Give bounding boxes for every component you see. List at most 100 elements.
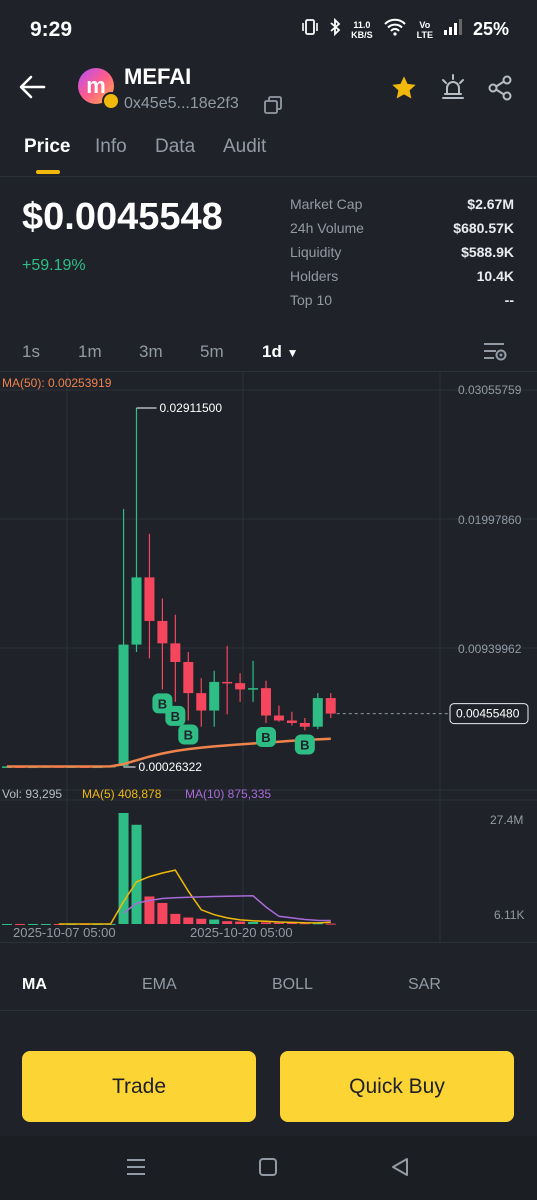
buy-marker-label: B xyxy=(184,727,193,742)
volume-bar xyxy=(261,922,271,924)
interval-1s[interactable]: 1s xyxy=(22,342,40,362)
recent-apps-icon[interactable] xyxy=(126,1158,146,1181)
buy-marker: B xyxy=(178,724,199,745)
interval-selector: 1s 1m 3m 5m 1d ▼ xyxy=(0,338,537,366)
wifi-icon xyxy=(383,18,407,41)
volume-bar xyxy=(209,919,220,924)
interval-3m[interactable]: 3m xyxy=(139,342,163,362)
volume-tick-bottom: 6.11K xyxy=(494,908,524,922)
token-address: 0x45e5...18e2f3 xyxy=(124,95,239,112)
candle-body xyxy=(273,715,284,721)
indicator-ma[interactable]: MA xyxy=(22,976,47,994)
candle-body xyxy=(144,577,155,621)
high-marker: 0.02911500 xyxy=(136,401,222,415)
status-bar: 9:29 11.0 KB/S Vo LTE 25% xyxy=(0,0,537,60)
tab-info[interactable]: Info xyxy=(95,136,127,158)
candle-body xyxy=(118,644,129,766)
volte-indicator: Vo LTE xyxy=(416,19,433,40)
network-speed: 11.0 KB/S xyxy=(351,19,373,40)
stat-top-10: Top 10 -- xyxy=(290,292,514,308)
status-icons: 11.0 KB/S Vo LTE 25% xyxy=(301,17,509,41)
signal-icon xyxy=(443,18,463,41)
low-label: 0.00026322 xyxy=(139,760,203,774)
candle-body xyxy=(196,693,207,711)
y-tick-top: 0.03055759 xyxy=(458,383,522,397)
tab-audit[interactable]: Audit xyxy=(223,136,266,158)
copy-icon[interactable] xyxy=(263,95,283,120)
system-nav-bar xyxy=(0,1136,537,1200)
candle-body xyxy=(170,643,181,663)
interval-5m[interactable]: 5m xyxy=(200,342,224,362)
indicator-boll[interactable]: BOLL xyxy=(272,976,313,994)
candle xyxy=(196,678,207,727)
chart-grid xyxy=(0,372,537,942)
ma5-volume-label: MA(5) 408,878 xyxy=(82,787,162,801)
candle-body xyxy=(209,681,220,711)
tab-price[interactable]: Price xyxy=(24,136,70,158)
candle xyxy=(261,680,271,723)
volume-label: Vol: 93,295 xyxy=(2,787,62,801)
active-tab-indicator xyxy=(36,170,60,174)
candle-body xyxy=(183,662,194,694)
candle xyxy=(325,693,336,719)
buy-marker: B xyxy=(294,734,315,755)
volume-bar xyxy=(248,921,259,924)
candle-body xyxy=(157,620,168,644)
volume-tick-top: 27.4M xyxy=(490,813,523,827)
y-tick-mid: 0.01997860 xyxy=(458,513,522,527)
indicator-ema[interactable]: EMA xyxy=(142,976,177,994)
candle xyxy=(131,407,142,653)
candle xyxy=(157,598,168,690)
volume-bar xyxy=(157,902,168,924)
candle-body xyxy=(222,681,233,684)
chart-bottom-divider xyxy=(0,942,537,943)
quick-buy-button[interactable]: Quick Buy xyxy=(280,1051,514,1122)
candle-body xyxy=(299,722,310,727)
home-icon[interactable] xyxy=(258,1157,278,1182)
vibrate-icon xyxy=(301,18,319,41)
token-name: MEFAI xyxy=(124,64,192,89)
low-marker: 0.00026322 xyxy=(123,760,203,774)
interval-1d[interactable]: 1d ▼ xyxy=(262,342,298,362)
back-nav-icon[interactable] xyxy=(390,1157,410,1182)
buy-marker-label: B xyxy=(261,730,270,745)
candle xyxy=(235,673,246,702)
ma10-volume-label: MA(10) 875,335 xyxy=(185,787,271,801)
chart-settings-icon[interactable] xyxy=(482,340,508,369)
token-stats: Market Cap $2.67M 24h Volume $680.57K Liqu… xyxy=(290,196,514,316)
interval-1m[interactable]: 1m xyxy=(78,342,102,362)
x-tick-2: 2025-10-20 05:00 xyxy=(190,925,293,940)
current-price: $0.0045548 xyxy=(22,196,223,238)
price-alert-icon[interactable] xyxy=(438,72,468,107)
volume-bar xyxy=(325,923,336,925)
ma50-label: MA(50): 0.00253919 xyxy=(2,376,112,390)
stat-market-cap: Market Cap $2.67M xyxy=(290,196,514,212)
share-icon[interactable] xyxy=(486,74,514,107)
indicator-tabs: MA EMA BOLL SAR xyxy=(0,970,537,1000)
favorite-star-icon[interactable] xyxy=(390,74,418,107)
trade-button[interactable]: Trade xyxy=(22,1051,256,1122)
tab-data[interactable]: Data xyxy=(155,136,195,158)
candle xyxy=(299,718,310,731)
candle-body xyxy=(235,683,246,690)
status-time: 9:29 xyxy=(30,18,73,41)
volume-bars xyxy=(2,813,336,925)
candle xyxy=(118,508,129,767)
candle xyxy=(312,693,323,730)
candle-body xyxy=(312,698,323,727)
x-tick-1: 2025-10-07 05:00 xyxy=(13,925,116,940)
candle-body xyxy=(325,698,336,714)
volume-bar xyxy=(183,917,194,924)
candle xyxy=(209,670,220,727)
last-price-tag: 0.00455480 xyxy=(456,707,520,721)
candle-body xyxy=(248,688,259,690)
candle xyxy=(170,614,181,702)
buy-marker-label: B xyxy=(171,709,180,724)
back-arrow-icon[interactable] xyxy=(18,74,46,105)
chevron-down-icon: ▼ xyxy=(286,346,299,360)
price-chart[interactable]: MA(50): 0.00253919 0.03055759 0.01997860… xyxy=(0,372,537,942)
volume-bar xyxy=(196,918,207,924)
indicator-sar[interactable]: SAR xyxy=(408,976,441,994)
ma10-volume-line xyxy=(123,895,331,922)
candle-body xyxy=(131,577,142,645)
